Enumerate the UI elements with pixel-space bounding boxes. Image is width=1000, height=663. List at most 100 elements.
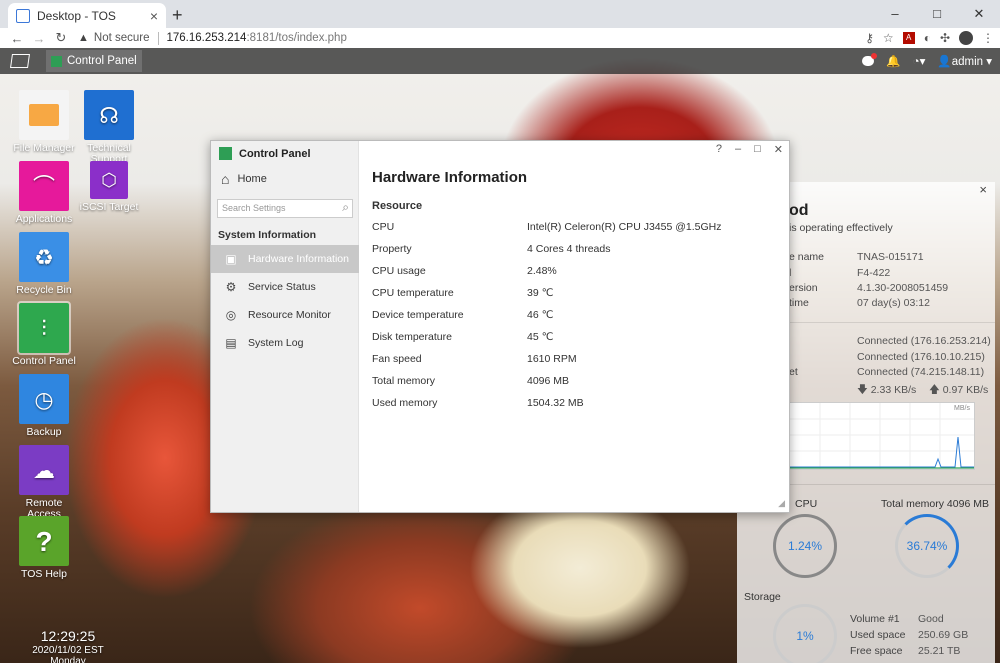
minimize-button[interactable]: – <box>735 143 741 156</box>
reload-icon[interactable]: ↻ <box>50 30 72 46</box>
address-bar[interactable]: ▲ Not secure 176.16.253.214:8181/tos/ind… <box>78 28 894 48</box>
control-panel-window: Control Panel ⌂ Home Search Settings ⌕ S… <box>210 140 790 513</box>
desktop-icon-recycle-bin[interactable]: ♻ Recycle Bin <box>9 232 79 296</box>
desktop-icon-backup[interactable]: ◷ Backup <box>9 374 79 438</box>
status-subtitle: is operating effectively <box>789 222 893 234</box>
home-label: Home <box>237 173 267 185</box>
user-menu[interactable]: 👤admin ▾ <box>937 54 992 68</box>
help-button[interactable]: ? <box>716 143 722 156</box>
close-window-button[interactable]: ✕ <box>958 0 1000 28</box>
forward-icon[interactable]: → <box>28 31 50 46</box>
status-heading: od <box>789 202 809 219</box>
info-value: 39 ℃ <box>527 287 554 299</box>
search-placeholder: Search Settings <box>222 203 286 213</box>
pdf-extension-icon[interactable]: A <box>902 32 915 44</box>
maximize-button[interactable]: □ <box>916 0 958 28</box>
home-link[interactable]: ⌂ Home <box>221 171 267 187</box>
control-panel-app-icon <box>219 147 232 160</box>
menu-dots-icon[interactable]: ⋮ <box>982 31 994 45</box>
net-value: Connected (176.16.253.214) <box>857 335 991 347</box>
close-button[interactable]: ✕ <box>774 143 783 156</box>
info-key: ersion <box>789 282 818 294</box>
info-value: TNAS-015171 <box>857 251 924 263</box>
tos-start-button[interactable] <box>0 54 40 68</box>
not-secure-label: Not secure <box>93 32 150 44</box>
sidebar-item-service-status[interactable]: ⚙ Service Status <box>211 273 359 301</box>
desktop-icon-applications[interactable]: ⌒ Applications <box>9 161 79 225</box>
search-icon[interactable]: ⌕ <box>342 200 349 215</box>
section-heading: System Information <box>218 229 317 241</box>
info-value: 1504.32 MB <box>527 397 584 409</box>
minimize-button[interactable]: – <box>874 0 916 28</box>
browser-toolbar: ← → ↻ ▲ Not secure 176.16.253.214:8181/t… <box>0 28 1000 48</box>
warning-icon: ▲ <box>78 32 89 44</box>
icon-label: Recycle Bin <box>16 284 72 296</box>
circle-extension-icon[interactable]: ◐ <box>924 31 931 45</box>
bag-icon: ⌒ <box>19 161 69 211</box>
desktop-icon-technical-support[interactable]: ☊ Technical Support <box>74 90 144 165</box>
key-icon[interactable]: ⚷ <box>865 31 874 45</box>
storage-label: Storage <box>744 591 781 603</box>
home-icon: ⌂ <box>221 171 230 187</box>
graph-grid <box>790 403 974 469</box>
info-key: Device temperature <box>372 309 464 321</box>
browser-tabstrip: Desktop - TOS × + – □ ✕ <box>0 0 1000 28</box>
search-settings-input[interactable]: Search Settings ⌕ <box>217 199 353 218</box>
info-key: time <box>789 297 809 309</box>
tos-desktop: Control Panel 🔔 ◔▾ 👤admin ▾ File Manager… <box>0 48 1000 663</box>
recycle-icon: ♻ <box>19 232 69 282</box>
group-heading: Resource <box>372 200 423 212</box>
desktop-icon-control-panel[interactable]: ⫶ Control Panel <box>9 301 79 367</box>
desktop-icon-remote-access[interactable]: ☁ Remote Access <box>9 445 79 520</box>
desktop-icon-file-manager[interactable]: File Manager <box>9 90 79 154</box>
volume-key: Volume #1 <box>850 613 900 625</box>
service-icon: ⚙ <box>225 280 237 294</box>
tab-title: Desktop - TOS <box>37 8 116 23</box>
monitor-icon: ◎ <box>225 308 237 322</box>
net-key: et <box>789 366 798 378</box>
sidebar-item-resource-monitor[interactable]: ◎ Resource Monitor <box>211 301 359 329</box>
window-title-text: Control Panel <box>239 147 311 160</box>
network-graph: MB/s <box>789 402 975 470</box>
icon-label: File Manager <box>13 142 75 154</box>
info-value: 2.48% <box>527 265 557 277</box>
desktop-icon-iscsi-target[interactable]: ⬡ iSCSI Target <box>74 161 144 213</box>
info-value: 4096 MB <box>527 375 570 387</box>
net-value: Connected (74.215.148.11) <box>857 366 985 378</box>
bookmark-star-icon[interactable]: ☆ <box>883 31 894 45</box>
sliders-icon: ⫶ <box>17 301 71 355</box>
sidebar-item-label: Resource Monitor <box>248 309 331 321</box>
icon-label: Backup <box>26 426 62 438</box>
separator <box>157 31 159 45</box>
hardware-info-content: Hardware Information Resource <box>372 169 527 212</box>
status-dial-icon[interactable]: ◔▾ <box>913 54 926 68</box>
taskbar-control-panel[interactable]: Control Panel <box>46 50 142 72</box>
taskbar-item-label: Control Panel <box>67 55 137 67</box>
close-icon[interactable]: × <box>979 182 987 197</box>
profile-avatar[interactable] <box>959 31 973 45</box>
desktop-icon-tos-help[interactable]: ? TOS Help <box>9 516 79 580</box>
cpu-gauge: 1.24% <box>773 514 837 578</box>
backup-icon: ◷ <box>19 374 69 424</box>
sidebar-item-system-log[interactable]: ▤ System Log <box>211 329 359 357</box>
page-title: Hardware Information <box>372 169 528 186</box>
back-icon[interactable]: ← <box>6 31 28 46</box>
volume-key: Free space <box>850 645 903 657</box>
sidebar-item-hardware-information[interactable]: ▣ Hardware Information <box>211 245 359 273</box>
sidebar-item-label: Hardware Information <box>248 253 349 265</box>
new-tab-button[interactable]: + <box>172 5 183 26</box>
icon-label: TOS Help <box>21 568 67 580</box>
storage-value: 1% <box>796 629 814 643</box>
maximize-button[interactable]: □ <box>754 143 761 156</box>
download-speed: 🡇 2.33 KB/s <box>857 384 917 396</box>
bell-icon[interactable]: 🔔 <box>886 54 900 68</box>
resize-handle-icon[interactable]: ◢ <box>778 498 785 509</box>
sidebar-item-label: System Log <box>248 337 304 349</box>
info-key: CPU temperature <box>372 287 454 299</box>
browser-tab[interactable]: Desktop - TOS × <box>8 3 166 28</box>
notification-icon[interactable] <box>862 53 878 66</box>
puzzle-icon[interactable]: ✣ <box>940 31 950 45</box>
close-tab-icon[interactable]: × <box>150 8 158 24</box>
control-panel-small-icon <box>51 55 62 67</box>
graph-unit: MB/s <box>954 405 970 412</box>
